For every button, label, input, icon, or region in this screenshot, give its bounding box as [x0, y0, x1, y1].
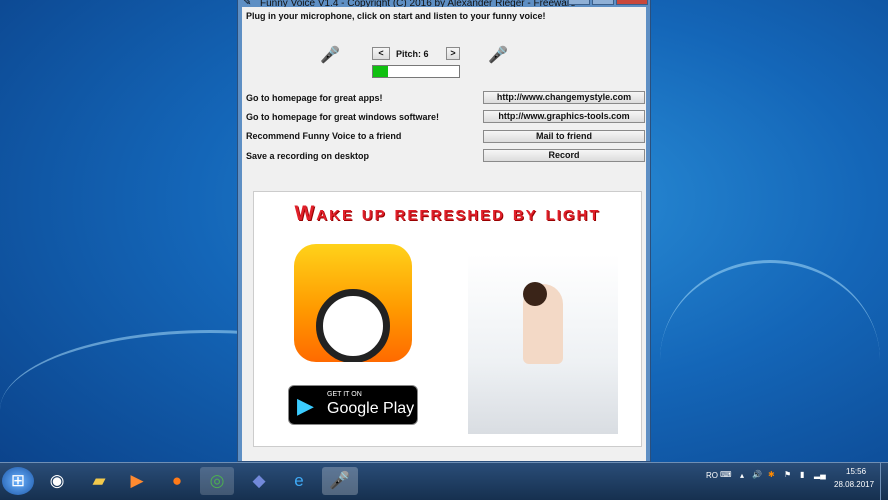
wallpaper-swoosh [660, 260, 880, 460]
row-label: Go to homepage for great windows softwar… [246, 112, 440, 122]
show-hidden-icons[interactable]: ▴ [740, 471, 744, 480]
woman-waking-photo [468, 254, 618, 434]
chrome-icon[interactable]: ◎ [200, 467, 234, 495]
steam-icon[interactable]: ◉ [40, 467, 74, 495]
show-desktop-button[interactable] [880, 463, 888, 500]
taskbar: ⊞ ◉ ▰ ▶ ● ◎ ◆ e 🎤 RO ⌨ ▴ 🔊 ✱ ⚑ ▮ ▂▄ 15:5… [0, 462, 888, 500]
badge-small-text: GET IT ON [327, 391, 362, 398]
minimize-button[interactable] [568, 0, 590, 5]
keyboard-icon[interactable]: ⌨ [720, 470, 732, 479]
alarm-clock-app-icon [294, 244, 412, 362]
row-label: Save a recording on desktop [246, 151, 370, 161]
instruction-text: Plug in your microphone, click on start … [246, 11, 546, 21]
badge-big-text: Google Play [327, 400, 415, 417]
google-play-badge[interactable]: ▶ GET IT ON Google Play [288, 385, 418, 425]
hair [523, 282, 547, 306]
funny-voice-window: ✎ Funny Voice V1.4 - Copyright (C) 2016 … [237, 0, 651, 462]
pitch-label: Pitch: 6 [396, 49, 429, 59]
file-explorer-icon[interactable]: ▰ [82, 467, 116, 495]
action-center-icon[interactable]: ⚑ [784, 470, 791, 479]
voice-level-fill [373, 66, 388, 77]
mail-to-friend-button[interactable]: Mail to friend [483, 130, 645, 143]
clock-date[interactable]: 28.08.2017 [834, 480, 874, 489]
ad-headline: Wake up refreshed by light [294, 202, 601, 225]
row-label: Go to homepage for great apps! [246, 93, 383, 103]
avast-icon[interactable]: ✱ [768, 470, 775, 479]
firefox-icon[interactable]: ● [160, 467, 194, 495]
advertisement-banner[interactable]: Wake up refreshed by light ▶ GET IT ON G… [253, 191, 642, 447]
language-indicator[interactable]: RO [706, 471, 718, 480]
voice-level-bar [372, 65, 460, 78]
internet-explorer-icon[interactable]: e [282, 467, 316, 495]
record-button[interactable]: Record [483, 149, 645, 162]
discord-icon[interactable]: ◆ [242, 467, 276, 495]
clock-time[interactable]: 15:56 [846, 467, 866, 476]
clock-icon [316, 289, 390, 362]
pitch-increase-button[interactable]: > [446, 47, 460, 60]
funny-voice-taskbar-icon[interactable]: 🎤 [322, 467, 358, 495]
battery-icon[interactable]: ▮ [800, 470, 804, 479]
close-button[interactable] [616, 0, 648, 5]
microphone-icon: 🎤 [488, 47, 508, 64]
row-label: Recommend Funny Voice to a friend [246, 131, 402, 141]
network-signal-icon[interactable]: ▂▄ [814, 470, 826, 479]
maximize-button[interactable] [592, 0, 614, 5]
volume-icon[interactable]: 🔊 [752, 470, 762, 479]
changemystyle-link-button[interactable]: http://www.changemystyle.com [483, 91, 645, 104]
play-store-icon: ▶ [297, 393, 314, 418]
start-button[interactable]: ⊞ [2, 467, 34, 495]
media-player-icon[interactable]: ▶ [120, 467, 154, 495]
client-area: Plug in your microphone, click on start … [242, 7, 646, 461]
microphone-icon: 🎤 [320, 47, 340, 64]
graphics-tools-link-button[interactable]: http://www.graphics-tools.com [483, 110, 645, 123]
pitch-decrease-button[interactable]: < [372, 47, 390, 60]
